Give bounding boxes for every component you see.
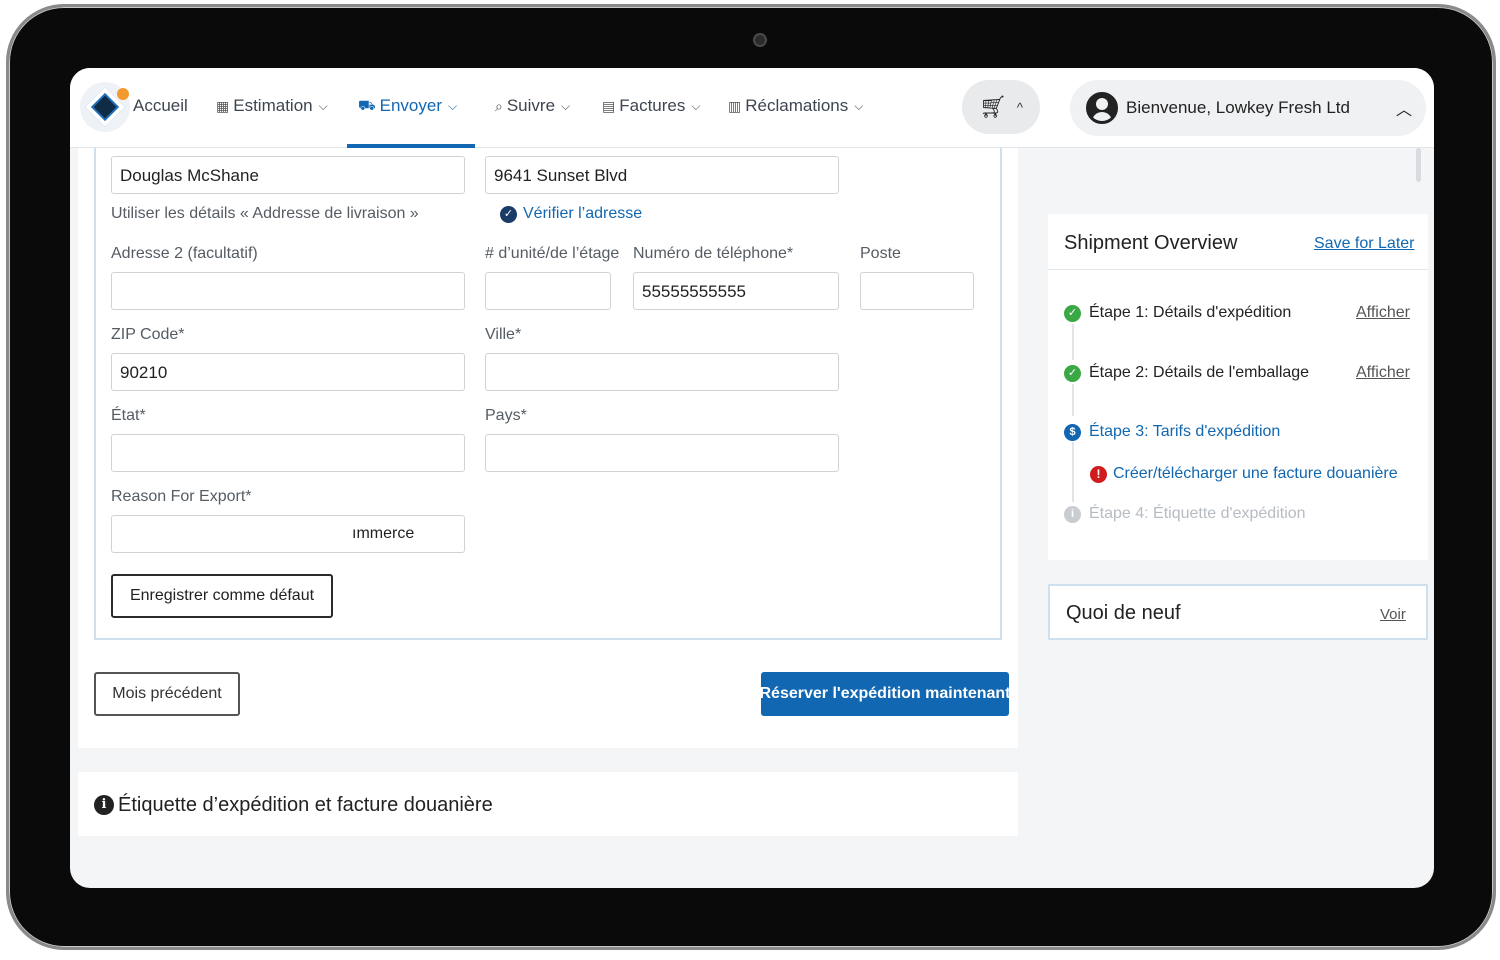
extension-label: Poste	[860, 245, 901, 262]
nav-label: Réclamations	[745, 96, 849, 115]
step-4: i Étape 4: Étiquette d'expédition	[1064, 505, 1306, 523]
country-label: Pays*	[485, 407, 527, 424]
step-label: Étape 2: Détails de l'emballage	[1089, 364, 1310, 381]
cart-icon: 🛒︎	[978, 94, 1007, 119]
step-2: ✓ Étape 2: Détails de l'emballage	[1064, 364, 1309, 382]
save-for-later-link[interactable]: Save for Later	[1314, 235, 1415, 253]
nav-item-reclamations[interactable]: ▥ Réclamations ⌵	[728, 96, 863, 116]
chevron-down-icon: ⌵	[854, 98, 864, 113]
city-label: Ville*	[485, 326, 522, 343]
nav-label: Accueil	[133, 96, 188, 115]
step-connector	[1072, 384, 1074, 416]
top-nav: Accueil ▦ Estimation ⌵ ⛟ Envoyer ⌵ ⌕ Sui…	[70, 68, 1434, 148]
step-label: Étape 4: Étiquette d'expédition	[1089, 505, 1306, 522]
reason-select[interactable]: ımmerce	[111, 515, 465, 553]
logo-dot-icon	[117, 88, 129, 100]
country-field[interactable]	[485, 434, 839, 472]
reason-label: Reason For Export*	[111, 488, 252, 505]
name-field[interactable]: Douglas McShane	[111, 156, 465, 194]
extension-field[interactable]	[860, 272, 974, 310]
address2-label: Adresse 2 (facultatif)	[111, 245, 258, 262]
address2-field[interactable]	[111, 272, 465, 310]
whats-new-panel: Quoi de neuf Voir	[1048, 584, 1428, 640]
phone-field[interactable]: 55555555555	[633, 272, 839, 310]
phone-label: Numéro de téléphone*	[633, 245, 794, 262]
avatar	[1086, 92, 1118, 124]
step-2-view-link[interactable]: Afficher	[1356, 364, 1410, 382]
search-icon: ⌕	[495, 97, 503, 114]
info-icon: i	[94, 795, 114, 815]
error-icon: !	[1090, 465, 1107, 483]
chevron-down-icon: ⌵	[318, 98, 328, 113]
dollar-icon: $	[1064, 423, 1081, 441]
nav-label: Envoyer	[379, 96, 442, 115]
check-circle-icon: ✓	[500, 205, 517, 223]
address-field[interactable]: 9641 Sunset Blvd	[485, 156, 839, 194]
state-field[interactable]	[111, 434, 465, 472]
unit-field[interactable]	[485, 272, 611, 310]
unit-label: # d’unité/de l’étage	[485, 245, 620, 262]
verify-address-label: Vérifier l’adresse	[523, 205, 643, 222]
chevron-up-icon: ^	[1016, 99, 1024, 115]
step-3[interactable]: $ Étape 3: Tarifs d'expédition	[1064, 423, 1280, 441]
nav-label: Factures	[619, 96, 686, 115]
scrollbar[interactable]	[1416, 148, 1421, 182]
chevron-down-icon: ⌵	[691, 98, 701, 113]
shipment-form-card: Douglas McShane 9641 Sunset Blvd Utilise…	[78, 148, 1018, 748]
zip-field[interactable]: 90210	[111, 353, 465, 391]
nav-label: Estimation	[233, 96, 313, 115]
nav-label: Suivre	[506, 96, 556, 115]
previous-button[interactable]: Mois précédent	[94, 672, 240, 716]
check-circle-icon: ✓	[1064, 304, 1081, 322]
step-connector	[1072, 324, 1074, 360]
chevron-down-icon: ⌵	[561, 98, 571, 113]
nav-item-suivre[interactable]: ⌕ Suivre ⌵	[495, 96, 570, 116]
info-circle-icon: i	[1064, 505, 1081, 523]
chevron-up-icon: ︿	[1396, 102, 1413, 119]
document-icon: ▥	[728, 97, 742, 114]
cart-button[interactable]: 🛒︎ ^	[962, 80, 1040, 134]
chevron-down-icon: ⌵	[448, 98, 458, 113]
invoice-icon: ▤	[602, 97, 616, 114]
label-invoice-section[interactable]: i Étiquette d’expédition et facture doua…	[78, 772, 1018, 836]
user-greeting: Bienvenue, Lowkey Fresh Ltd	[1126, 98, 1350, 117]
step-1: ✓ Étape 1: Détails d'expédition	[1064, 304, 1291, 322]
verify-address-link[interactable]: ✓ Vérifier l’adresse	[500, 205, 642, 223]
address-form: Douglas McShane 9641 Sunset Blvd Utilise…	[94, 148, 1002, 640]
section-title: Étiquette d’expédition et facture douani…	[118, 794, 493, 816]
book-shipment-button[interactable]: Réserver l'expédition maintenant	[760, 672, 1011, 716]
logo[interactable]	[80, 82, 130, 132]
customs-invoice-link[interactable]: ! Créer/télécharger une facture douanièr…	[1090, 465, 1398, 483]
shipment-overview: Shipment Overview Save for Later ✓ Étape…	[1048, 214, 1428, 560]
nav-item-factures[interactable]: ▤ Factures ⌵	[602, 96, 700, 116]
step-label: Étape 3: Tarifs d'expédition	[1089, 423, 1281, 440]
use-delivery-details-link[interactable]: Utiliser les détails « Addresse de livra…	[111, 205, 419, 223]
nav-item-envoyer[interactable]: ⛟ Envoyer ⌵	[358, 96, 457, 116]
overview-title: Shipment Overview	[1064, 232, 1238, 254]
nav-item-accueil[interactable]: Accueil	[133, 96, 188, 116]
step-label: Étape 1: Détails d'expédition	[1089, 304, 1292, 321]
user-menu[interactable]: Bienvenue, Lowkey Fresh Ltd ︿	[1070, 80, 1426, 136]
city-field[interactable]	[485, 353, 839, 391]
state-label: État*	[111, 407, 146, 424]
zip-label: ZIP Code*	[111, 326, 185, 343]
overview-header: Shipment Overview Save for Later	[1048, 214, 1428, 270]
whats-new-title: Quoi de neuf	[1066, 602, 1181, 624]
check-circle-icon: ✓	[1064, 364, 1081, 382]
whats-new-view-link[interactable]: Voir	[1380, 606, 1406, 623]
nav-item-estimation[interactable]: ▦ Estimation ⌵	[216, 96, 328, 116]
step-connector	[1072, 442, 1074, 502]
substep-label: Créer/télécharger une facture douanière	[1113, 465, 1398, 482]
camera-icon	[753, 33, 767, 47]
app-screen: Accueil ▦ Estimation ⌵ ⛟ Envoyer ⌵ ⌕ Sui…	[70, 68, 1434, 888]
save-default-button[interactable]: Enregistrer comme défaut	[111, 574, 333, 618]
calculator-icon: ▦	[216, 97, 230, 114]
truck-icon: ⛟	[358, 96, 376, 113]
step-1-view-link[interactable]: Afficher	[1356, 304, 1410, 322]
